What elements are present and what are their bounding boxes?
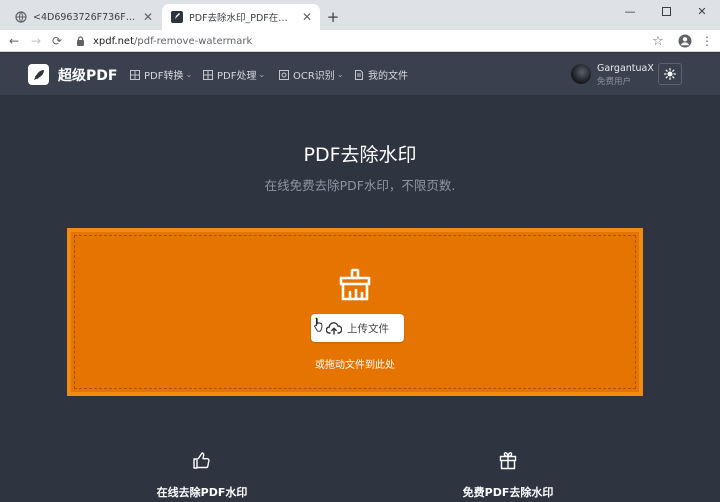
nav-pdf-convert[interactable]: PDF转换 ⌄: [130, 67, 192, 82]
browser-menu-icon[interactable]: ⋮: [700, 33, 714, 49]
url-text: xpdf.net/pdf-remove-watermark: [93, 36, 252, 47]
nav-label: 我的文件: [368, 71, 408, 82]
feature-label: 在线去除PDF水印: [156, 486, 248, 499]
maximize-icon[interactable]: [648, 0, 684, 22]
page-title: PDF去除水印: [303, 144, 417, 166]
address-bar[interactable]: xpdf.net/pdf-remove-watermark: [68, 32, 668, 50]
bookmark-star-icon[interactable]: ☆: [650, 33, 666, 49]
close-icon[interactable]: ✕: [141, 10, 155, 24]
rocket-logo-icon[interactable]: [28, 64, 49, 85]
nav-pdf-process[interactable]: PDF处理 ⌄: [203, 67, 265, 82]
close-icon[interactable]: ✕: [300, 10, 314, 24]
site-logo-text[interactable]: 超级PDF: [58, 65, 117, 85]
grid-icon: [203, 69, 213, 80]
globe-icon: [15, 11, 27, 23]
document-icon: [354, 69, 364, 80]
avatar[interactable]: [571, 64, 591, 84]
nav-label: PDF转换: [144, 71, 184, 82]
thumbs-up-icon: [193, 452, 210, 469]
nav-my-files[interactable]: 我的文件: [354, 67, 408, 82]
page-subtitle: 在线免费去除PDF水印，不限页数.: [264, 178, 456, 193]
nav-ocr[interactable]: OCR识别 ⌄: [279, 67, 344, 82]
forward-icon[interactable]: →: [28, 33, 44, 49]
tab-title: PDF去除水印_PDF在线去除水印: [189, 13, 296, 24]
feature-free-remove-watermark: 免费PDF去除水印: [408, 450, 608, 500]
gift-icon: [499, 452, 517, 470]
reload-icon[interactable]: ⟳: [49, 33, 65, 49]
browser-tab-inactive[interactable]: <4D6963726F736F667420576F72 ✕: [6, 4, 161, 30]
tab-title: <4D6963726F736F667420576F72: [33, 11, 137, 23]
chevron-down-icon: ⌄: [185, 70, 193, 79]
theme-toggle-button[interactable]: [658, 63, 682, 85]
nav-label: OCR识别: [293, 71, 335, 82]
browser-toolbar: ← → ⟳ xpdf.net/pdf-remove-watermark ☆ ⋮: [0, 30, 720, 52]
scan-icon: [279, 69, 289, 80]
user-name[interactable]: GargantuaX: [597, 63, 654, 74]
user-tier: 免费用户: [597, 77, 632, 87]
cloud-upload-icon: [326, 321, 342, 335]
browser-tabstrip: <4D6963726F736F667420576F72 ✕ PDF去除水印_PD…: [0, 0, 720, 30]
drop-hint: 或拖动文件到此处: [315, 360, 395, 371]
back-icon[interactable]: ←: [6, 33, 22, 49]
grid-icon: [130, 69, 140, 80]
brush-icon: [339, 268, 371, 301]
nav-label: PDF处理: [217, 71, 257, 82]
url-path: /pdf-remove-watermark: [134, 35, 253, 47]
browser-tab-active[interactable]: PDF去除水印_PDF在线去除水印 ✕: [162, 4, 320, 30]
file-drop-zone[interactable]: 上传文件 或拖动文件到此处: [67, 228, 643, 396]
window-close-icon[interactable]: ✕: [684, 0, 720, 22]
sun-icon: [664, 68, 676, 80]
minimize-icon[interactable]: —: [612, 0, 648, 22]
chevron-down-icon: ⌄: [336, 70, 344, 79]
url-host: xpdf.net: [93, 35, 134, 47]
profile-icon[interactable]: [677, 33, 693, 49]
hand-cursor-icon: [314, 317, 323, 332]
new-tab-icon[interactable]: +: [324, 8, 342, 26]
rocket-favicon-icon: [171, 11, 183, 23]
lock-icon: [76, 36, 86, 46]
site-header: 超级PDF PDF转换 ⌄ PDF处理 ⌄ OCR识别 ⌄ 我的文件 Gargantu…: [0, 53, 720, 95]
chevron-down-icon: ⌄: [258, 70, 266, 79]
feature-remove-watermark-online: 在线去除PDF水印: [102, 450, 302, 500]
upload-button-label: 上传文件: [347, 322, 389, 335]
feature-label: 免费PDF去除水印: [462, 486, 554, 499]
